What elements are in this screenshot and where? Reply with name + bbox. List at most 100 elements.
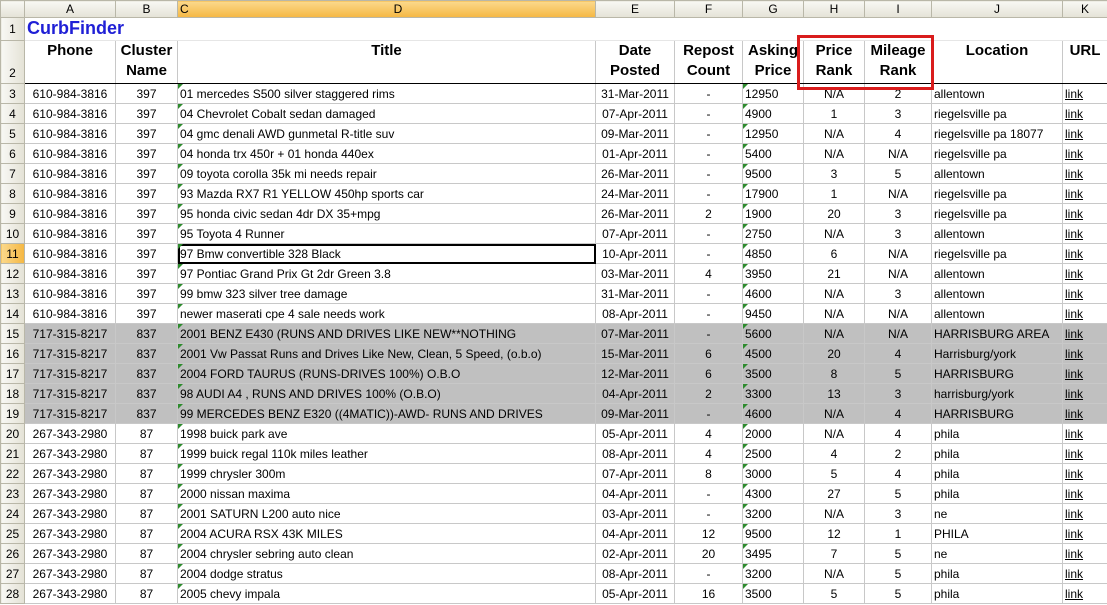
cell-asking-price[interactable]: 3500 — [742, 583, 804, 604]
row-header[interactable]: 4 — [0, 103, 25, 124]
row-header[interactable]: 22 — [0, 463, 25, 484]
cell-asking-price[interactable]: 12950 — [742, 83, 804, 104]
cell-location[interactable]: PHILA — [931, 523, 1063, 544]
cell-phone[interactable]: 267-343-2980 — [24, 543, 116, 564]
cell-title[interactable]: 04 Chevrolet Cobalt sedan damaged — [177, 103, 596, 124]
cell-repost-count[interactable]: - — [674, 163, 743, 184]
cell-location[interactable]: phila — [931, 583, 1063, 604]
cell-location[interactable]: HARRISBURG — [931, 403, 1063, 424]
cell-phone[interactable]: 267-343-2980 — [24, 443, 116, 464]
cell-title[interactable]: 2001 BENZ E430 (RUNS AND DRIVES LIKE NEW… — [177, 323, 596, 344]
cell-phone[interactable]: 717-315-8217 — [24, 363, 116, 384]
cell-repost-count[interactable]: - — [674, 283, 743, 304]
cell-url-link[interactable]: link — [1062, 103, 1107, 124]
cell-date-posted[interactable]: 08-Apr-2011 — [595, 563, 675, 584]
cell-url-link[interactable]: link — [1062, 423, 1107, 444]
cell-url-link[interactable]: link — [1062, 303, 1107, 324]
cell-url-link[interactable]: link — [1062, 83, 1107, 104]
cell-cluster-name[interactable]: 87 — [115, 503, 178, 524]
cell-title[interactable]: 97 Bmw convertible 328 Black — [177, 243, 596, 264]
cell-cluster-name[interactable]: 837 — [115, 323, 178, 344]
cell-asking-price[interactable]: 12950 — [742, 123, 804, 144]
row-header[interactable]: 5 — [0, 123, 25, 144]
header-title[interactable]: Title — [177, 40, 596, 84]
row-header[interactable]: 11 — [0, 243, 25, 264]
cell-location[interactable]: harrisburg/york — [931, 383, 1063, 404]
cell-date-posted[interactable]: 07-Apr-2011 — [595, 463, 675, 484]
cell-asking-price[interactable]: 3950 — [742, 263, 804, 284]
cell-mileage-rank[interactable]: N/A — [864, 303, 932, 324]
column-header-e[interactable]: E — [595, 0, 675, 18]
column-header-j[interactable]: J — [931, 0, 1063, 18]
column-header-a[interactable]: A — [24, 0, 116, 18]
cell-url-link[interactable]: link — [1062, 523, 1107, 544]
cell-mileage-rank[interactable]: 2 — [864, 443, 932, 464]
cell-cluster-name[interactable]: 397 — [115, 303, 178, 324]
cell-mileage-rank[interactable]: 5 — [864, 163, 932, 184]
cell-phone[interactable]: 610-984-3816 — [24, 163, 116, 184]
row-header[interactable]: 12 — [0, 263, 25, 284]
cell-price-rank[interactable]: 4 — [803, 443, 865, 464]
cell-phone[interactable]: 267-343-2980 — [24, 483, 116, 504]
cell-url-link[interactable]: link — [1062, 123, 1107, 144]
cell-repost-count[interactable]: - — [674, 303, 743, 324]
cell-mileage-rank[interactable]: 2 — [864, 83, 932, 104]
cell-price-rank[interactable]: 8 — [803, 363, 865, 384]
cell-price-rank[interactable]: N/A — [803, 403, 865, 424]
row-header[interactable]: 16 — [0, 343, 25, 364]
cell-mileage-rank[interactable]: N/A — [864, 143, 932, 164]
row-header[interactable]: 15 — [0, 323, 25, 344]
row-header[interactable]: 17 — [0, 363, 25, 384]
cell-title[interactable]: 2000 nissan maxima — [177, 483, 596, 504]
cell-mileage-rank[interactable]: 4 — [864, 463, 932, 484]
cell-url-link[interactable]: link — [1062, 363, 1107, 384]
header-price-rank[interactable]: Price Rank — [803, 40, 865, 84]
cell-asking-price[interactable]: 4600 — [742, 403, 804, 424]
row-header[interactable]: 8 — [0, 183, 25, 204]
cell-price-rank[interactable]: N/A — [803, 123, 865, 144]
cell-url-link[interactable]: link — [1062, 243, 1107, 264]
row-header[interactable]: 9 — [0, 203, 25, 224]
cell-phone[interactable]: 267-343-2980 — [24, 503, 116, 524]
cell-date-posted[interactable]: 07-Mar-2011 — [595, 323, 675, 344]
cell-asking-price[interactable]: 5400 — [742, 143, 804, 164]
cell-location[interactable]: allentown — [931, 303, 1063, 324]
row-header[interactable]: 6 — [0, 143, 25, 164]
cell-repost-count[interactable]: 4 — [674, 443, 743, 464]
cell-cluster-name[interactable]: 87 — [115, 523, 178, 544]
cell-date-posted[interactable]: 09-Mar-2011 — [595, 403, 675, 424]
cell-title[interactable]: 04 gmc denali AWD gunmetal R-title suv — [177, 123, 596, 144]
row-header[interactable]: 20 — [0, 423, 25, 444]
cell-location[interactable]: phila — [931, 443, 1063, 464]
cell-price-rank[interactable]: N/A — [803, 83, 865, 104]
cell-cluster-name[interactable]: 87 — [115, 463, 178, 484]
row-header[interactable]: 18 — [0, 383, 25, 404]
row-header[interactable]: 19 — [0, 403, 25, 424]
cell-phone[interactable]: 267-343-2980 — [24, 563, 116, 584]
cell-cluster-name[interactable]: 397 — [115, 183, 178, 204]
cell-price-rank[interactable]: N/A — [803, 323, 865, 344]
cell-asking-price[interactable]: 3200 — [742, 503, 804, 524]
cell-title[interactable]: 97 Pontiac Grand Prix Gt 2dr Green 3.8 — [177, 263, 596, 284]
cell-price-rank[interactable]: 5 — [803, 463, 865, 484]
row-header[interactable]: 7 — [0, 163, 25, 184]
row-header[interactable]: 24 — [0, 503, 25, 524]
cell-phone[interactable]: 610-984-3816 — [24, 143, 116, 164]
cell-cluster-name[interactable]: 397 — [115, 223, 178, 244]
cell-date-posted[interactable]: 07-Apr-2011 — [595, 223, 675, 244]
cell-price-rank[interactable]: 21 — [803, 263, 865, 284]
row-header[interactable]: 14 — [0, 303, 25, 324]
cell-phone[interactable]: 610-984-3816 — [24, 123, 116, 144]
column-header-b[interactable]: B — [115, 0, 178, 18]
cell-phone[interactable]: 610-984-3816 — [24, 243, 116, 264]
cell-phone[interactable]: 610-984-3816 — [24, 103, 116, 124]
cell-mileage-rank[interactable]: 3 — [864, 223, 932, 244]
cell-repost-count[interactable]: 4 — [674, 263, 743, 284]
cell-repost-count[interactable]: 6 — [674, 363, 743, 384]
cell-title[interactable]: 98 AUDI A4 , RUNS AND DRIVES 100% (O.B.O… — [177, 383, 596, 404]
cell-date-posted[interactable]: 10-Apr-2011 — [595, 243, 675, 264]
cell-url-link[interactable]: link — [1062, 283, 1107, 304]
cell-mileage-rank[interactable]: 4 — [864, 423, 932, 444]
cell-repost-count[interactable]: 2 — [674, 383, 743, 404]
cell-url-link[interactable]: link — [1062, 163, 1107, 184]
